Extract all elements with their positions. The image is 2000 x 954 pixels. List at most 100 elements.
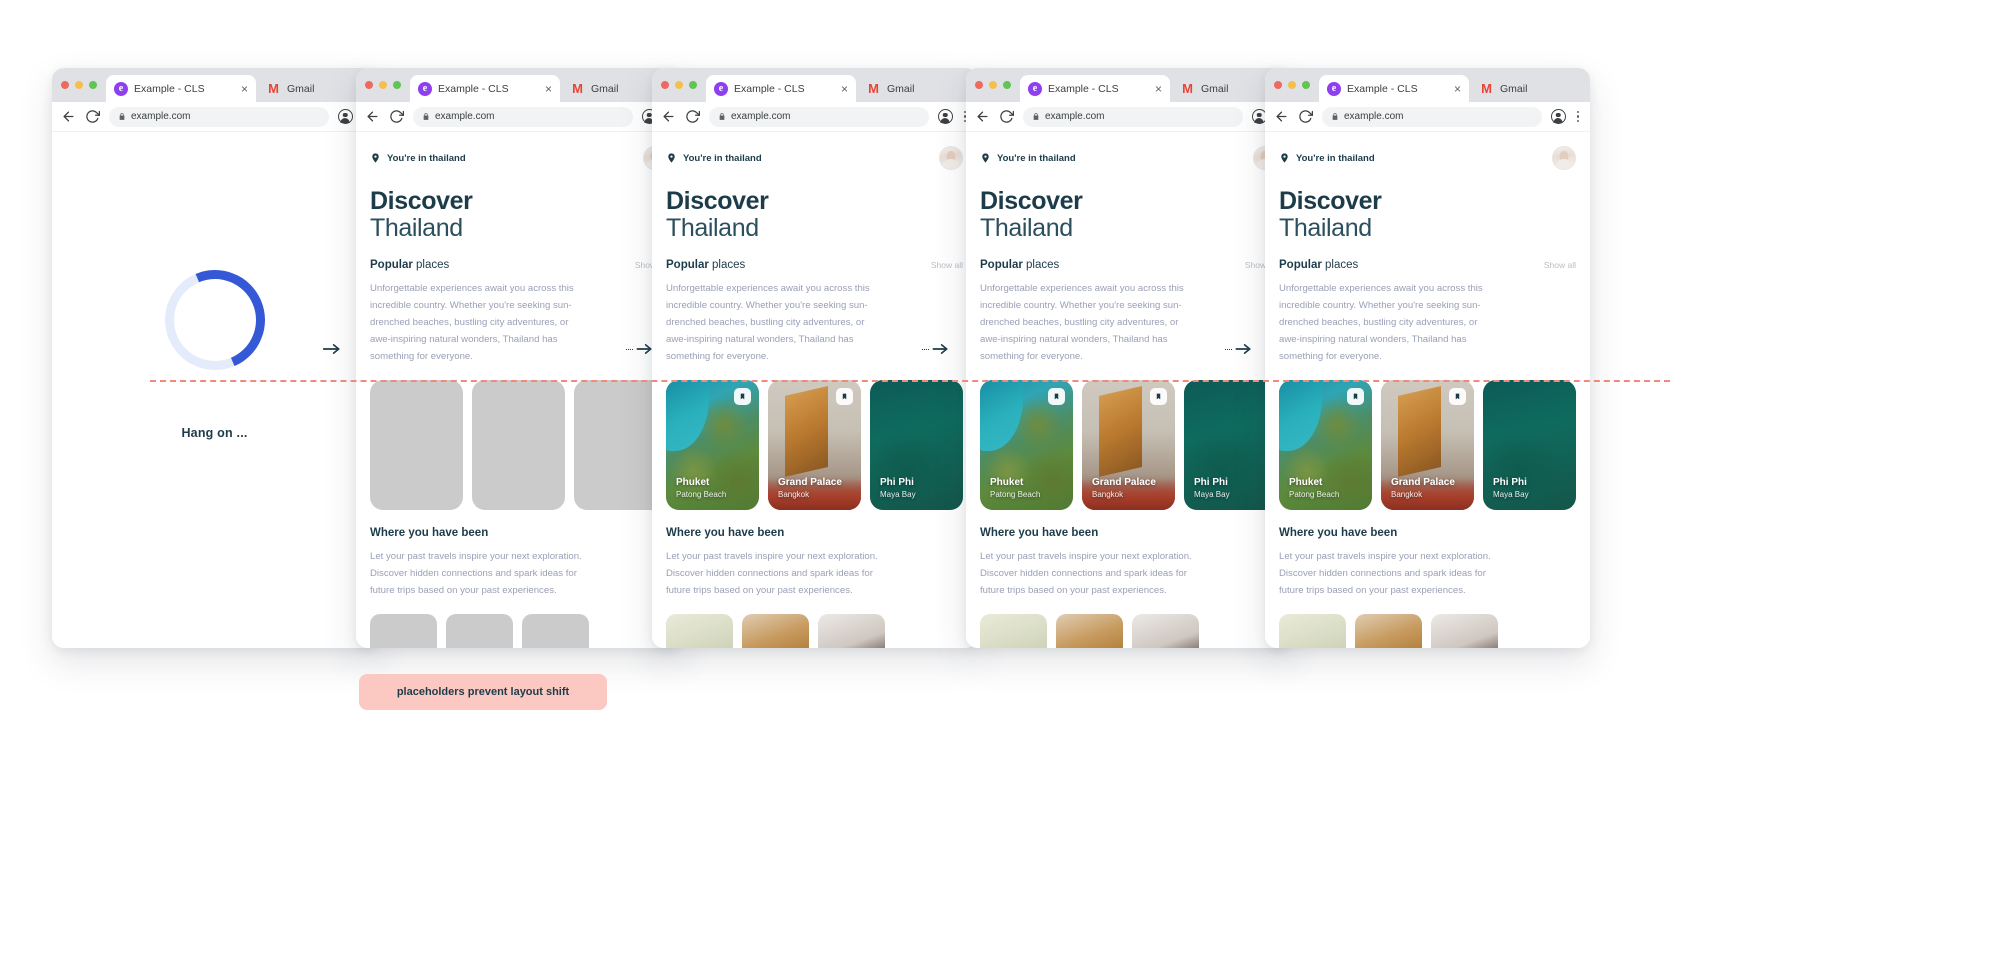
page-viewport-2: You're in thailand Discover Thailand Pop… xyxy=(356,132,681,648)
tab-example-cls[interactable]: e Example - CLS × xyxy=(106,75,256,102)
show-all-link[interactable]: Show all xyxy=(931,260,963,270)
window-controls[interactable] xyxy=(975,68,1020,102)
profile-icon[interactable] xyxy=(937,109,953,124)
close-window-dot[interactable] xyxy=(975,81,983,89)
address-bar[interactable]: example.com xyxy=(413,106,633,127)
avatar[interactable] xyxy=(1552,146,1576,170)
history-thumb[interactable] xyxy=(1279,613,1346,648)
maximize-window-dot[interactable] xyxy=(89,81,97,89)
profile-icon[interactable] xyxy=(337,109,353,124)
bookmark-icon[interactable] xyxy=(1347,388,1364,406)
history-thumbnails[interactable] xyxy=(370,613,667,648)
minimize-window-dot[interactable] xyxy=(75,81,83,89)
tab-close-icon[interactable]: × xyxy=(1444,83,1461,95)
reload-icon[interactable] xyxy=(685,109,700,124)
address-bar[interactable]: example.com xyxy=(709,106,929,127)
history-thumb[interactable] xyxy=(1132,613,1199,648)
kebab-menu-icon[interactable] xyxy=(1575,110,1582,123)
history-thumb-placeholder[interactable] xyxy=(446,613,513,648)
place-card-grand-palace[interactable]: Grand Palace Bangkok xyxy=(768,380,861,511)
tab-close-icon[interactable]: × xyxy=(535,83,552,95)
history-thumb[interactable] xyxy=(666,613,733,648)
bookmark-icon[interactable] xyxy=(836,388,853,406)
close-window-dot[interactable] xyxy=(61,81,69,89)
profile-icon[interactable] xyxy=(1550,109,1566,124)
reload-icon[interactable] xyxy=(1298,109,1313,124)
back-arrow-icon[interactable] xyxy=(975,109,990,124)
minimize-window-dot[interactable] xyxy=(989,81,997,89)
history-thumbnails[interactable] xyxy=(1279,613,1576,648)
tab-gmail[interactable]: M Gmail xyxy=(856,75,922,102)
history-thumb-placeholder[interactable] xyxy=(370,613,437,648)
place-card-phi-phi[interactable]: Phi Phi Maya Bay xyxy=(1483,380,1576,511)
back-arrow-icon[interactable] xyxy=(661,109,676,124)
place-card-phi-phi[interactable]: Phi Phi Maya Bay xyxy=(1184,380,1277,511)
window-controls[interactable] xyxy=(661,68,706,102)
maximize-window-dot[interactable] xyxy=(393,81,401,89)
tab-gmail[interactable]: M Gmail xyxy=(256,75,322,102)
place-card-grand-palace[interactable]: Grand Palace Bangkok xyxy=(1082,380,1175,511)
tab-example-cls[interactable]: e Example - CLS × xyxy=(410,75,560,102)
history-thumb[interactable] xyxy=(1431,613,1498,648)
section-title: Popular places xyxy=(370,259,449,271)
address-bar[interactable]: example.com xyxy=(1322,106,1542,127)
maximize-window-dot[interactable] xyxy=(1003,81,1011,89)
maximize-window-dot[interactable] xyxy=(1302,81,1310,89)
back-arrow-icon[interactable] xyxy=(365,109,380,124)
place-card-phuket[interactable]: Phuket Patong Beach xyxy=(1279,380,1372,511)
window-controls[interactable] xyxy=(61,68,106,102)
bookmark-icon[interactable] xyxy=(1048,388,1065,406)
bookmark-icon[interactable] xyxy=(734,388,751,406)
tab-close-icon[interactable]: × xyxy=(831,83,848,95)
tab-close-icon[interactable]: × xyxy=(231,83,248,95)
reload-icon[interactable] xyxy=(389,109,404,124)
close-window-dot[interactable] xyxy=(1274,81,1282,89)
bookmark-icon[interactable] xyxy=(1150,388,1167,406)
close-window-dot[interactable] xyxy=(365,81,373,89)
title-line-1: Discover xyxy=(666,187,769,215)
show-all-link[interactable]: Show all xyxy=(1544,260,1576,270)
window-controls[interactable] xyxy=(1274,68,1319,102)
places-carousel[interactable]: Phuket Patong Beach Grand Palace Bangkok xyxy=(980,380,1291,511)
place-card-placeholder[interactable] xyxy=(370,380,463,511)
minimize-window-dot[interactable] xyxy=(1288,81,1296,89)
place-card-grand-palace[interactable]: Grand Palace Bangkok xyxy=(1381,380,1474,511)
tab-example-cls[interactable]: e Example - CLS × xyxy=(706,75,856,102)
maximize-window-dot[interactable] xyxy=(689,81,697,89)
places-carousel[interactable]: Phuket Patong Beach Grand Palace Bangkok xyxy=(1279,380,1590,511)
tab-gmail[interactable]: M Gmail xyxy=(1469,75,1535,102)
tab-gmail[interactable]: M Gmail xyxy=(1170,75,1236,102)
place-card-placeholder[interactable] xyxy=(472,380,565,511)
avatar[interactable] xyxy=(939,146,963,170)
tab-close-icon[interactable]: × xyxy=(1145,83,1162,95)
address-bar[interactable]: example.com xyxy=(109,106,329,127)
back-arrow-icon[interactable] xyxy=(1274,109,1289,124)
location-indicator: You're in thailand xyxy=(1279,151,1375,165)
close-window-dot[interactable] xyxy=(661,81,669,89)
history-thumb[interactable] xyxy=(980,613,1047,648)
minimize-window-dot[interactable] xyxy=(675,81,683,89)
bookmark-icon[interactable] xyxy=(1449,388,1466,406)
minimize-window-dot[interactable] xyxy=(379,81,387,89)
history-thumb[interactable] xyxy=(1355,613,1422,648)
url-text: example.com xyxy=(731,111,791,122)
history-thumbnails[interactable] xyxy=(980,613,1277,648)
place-card-phuket[interactable]: Phuket Patong Beach xyxy=(980,380,1073,511)
history-thumbnails[interactable] xyxy=(666,613,963,648)
places-carousel[interactable]: Phuket Patong Beach Grand Palace Bangkok xyxy=(666,380,977,511)
reload-icon[interactable] xyxy=(85,109,100,124)
reload-icon[interactable] xyxy=(999,109,1014,124)
place-card-phi-phi[interactable]: Phi Phi Maya Bay xyxy=(870,380,963,511)
back-arrow-icon[interactable] xyxy=(61,109,76,124)
address-bar[interactable]: example.com xyxy=(1023,106,1243,127)
history-thumb[interactable] xyxy=(742,613,809,648)
history-thumb-placeholder[interactable] xyxy=(522,613,589,648)
history-thumb[interactable] xyxy=(818,613,885,648)
tab-gmail[interactable]: M Gmail xyxy=(560,75,626,102)
history-thumb[interactable] xyxy=(1056,613,1123,648)
window-controls[interactable] xyxy=(365,68,410,102)
tab-example-cls[interactable]: e Example - CLS × xyxy=(1319,75,1469,102)
place-card-phuket[interactable]: Phuket Patong Beach xyxy=(666,380,759,511)
tab-example-cls[interactable]: e Example - CLS × xyxy=(1020,75,1170,102)
places-carousel[interactable] xyxy=(370,380,681,511)
